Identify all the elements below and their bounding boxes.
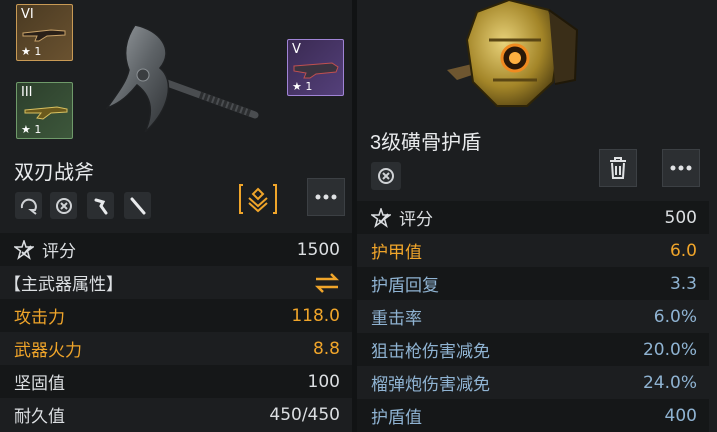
stat-label: 护甲值 <box>371 243 422 262</box>
stat-row-sniper-reduction: 狙击枪伤害减免 20.0% <box>357 333 709 366</box>
launcher-icon <box>293 62 339 79</box>
stat-row-main-weapon-attributes: 【主武器属性】 <box>0 266 352 299</box>
more-options-button[interactable] <box>307 178 345 216</box>
stat-row-sturdiness: 坚固值 100 <box>0 365 352 398</box>
stat-label: 评分 <box>399 210 433 229</box>
shield-armor-image <box>447 0 579 107</box>
stat-value: 6.0% <box>653 306 697 327</box>
stat-row-score: 评分 1500 <box>0 233 352 266</box>
slot-count: ★ 1 <box>21 123 42 136</box>
hook-icon[interactable] <box>87 192 114 219</box>
stat-row-durability: 耐久值 450/450 <box>0 398 352 431</box>
clock-x-icon[interactable] <box>371 162 401 190</box>
stat-value: 400 <box>664 405 697 426</box>
score-icon <box>371 207 391 228</box>
stat-label: 坚固值 <box>14 374 65 393</box>
stat-label: 攻击力 <box>14 308 65 327</box>
stat-row-armor: 护甲值 6.0 <box>357 234 709 267</box>
stat-label: 护盾值 <box>371 408 422 427</box>
slot-tier: VI <box>21 7 34 22</box>
stat-row-score: 评分 500 <box>357 201 709 234</box>
score-icon <box>14 239 34 260</box>
ellipsis-icon <box>670 165 692 171</box>
weapon-panel: VI ★ 1 III ★ 1 V ★ 1 双刃战斧 评分 1500 【主武器属性… <box>0 0 352 432</box>
battle-axe-image <box>105 24 259 133</box>
stat-value: 20.0% <box>642 339 697 360</box>
stat-value: 1500 <box>296 239 340 260</box>
stat-value: 3.3 <box>669 273 697 294</box>
stat-value: 100 <box>307 371 340 392</box>
upgrade-button[interactable] <box>239 180 277 218</box>
rifle-icon <box>22 29 66 42</box>
stat-row-crit-rate: 重击率 6.0% <box>357 300 709 333</box>
stat-value: 24.0% <box>642 372 697 393</box>
slot-count: ★ 1 <box>292 80 313 93</box>
blade-icon[interactable] <box>124 192 151 219</box>
stat-value: 118.0 <box>291 305 340 326</box>
stat-label: 护盾回复 <box>371 276 439 295</box>
more-options-button[interactable] <box>662 149 700 187</box>
swap-icon[interactable] <box>314 272 340 293</box>
stat-label: 榴弹炮伤害减免 <box>371 375 490 394</box>
shield-refresh-icon[interactable] <box>15 192 42 219</box>
slot-count: ★ 1 <box>21 45 42 58</box>
shield-title: 3级磺骨护盾 <box>370 132 482 154</box>
stat-value: 8.8 <box>312 338 340 359</box>
stat-label: 耐久值 <box>14 407 65 426</box>
stat-row-grenade-reduction: 榴弹炮伤害减免 24.0% <box>357 366 709 399</box>
stat-value: 6.0 <box>669 240 697 261</box>
mod-slot-3[interactable]: V ★ 1 <box>287 39 344 96</box>
mod-slot-1[interactable]: VI ★ 1 <box>16 4 73 61</box>
stat-value: 450/450 <box>269 404 340 425</box>
stat-label: 评分 <box>42 242 76 261</box>
delete-button[interactable] <box>599 149 637 187</box>
stat-row-shield-value: 护盾值 400 <box>357 399 709 432</box>
slot-tier: V <box>292 42 301 57</box>
stat-label: 【主武器属性】 <box>4 275 123 294</box>
trash-icon <box>610 157 626 179</box>
upgrade-icon <box>239 184 277 214</box>
stat-label: 武器火力 <box>14 341 82 360</box>
mod-slot-2[interactable]: III ★ 1 <box>16 82 73 139</box>
ellipsis-icon <box>315 194 337 200</box>
shield-panel: 3级磺骨护盾 评分 500 护甲值 6.0 护盾回复 3.3 重击率 6.0% … <box>357 0 717 432</box>
stat-label: 狙击枪伤害减免 <box>371 342 490 361</box>
stat-row-attack: 攻击力 118.0 <box>0 299 352 332</box>
stat-row-firepower: 武器火力 8.8 <box>0 332 352 365</box>
weapon-title: 双刃战斧 <box>14 162 94 184</box>
stat-label: 重击率 <box>371 309 422 328</box>
gun-icon <box>24 106 68 120</box>
stat-row-shield-regen: 护盾回复 3.3 <box>357 267 709 300</box>
stat-value: 500 <box>664 207 697 228</box>
slot-tier: III <box>21 85 33 100</box>
clock-x-icon[interactable] <box>50 192 77 219</box>
